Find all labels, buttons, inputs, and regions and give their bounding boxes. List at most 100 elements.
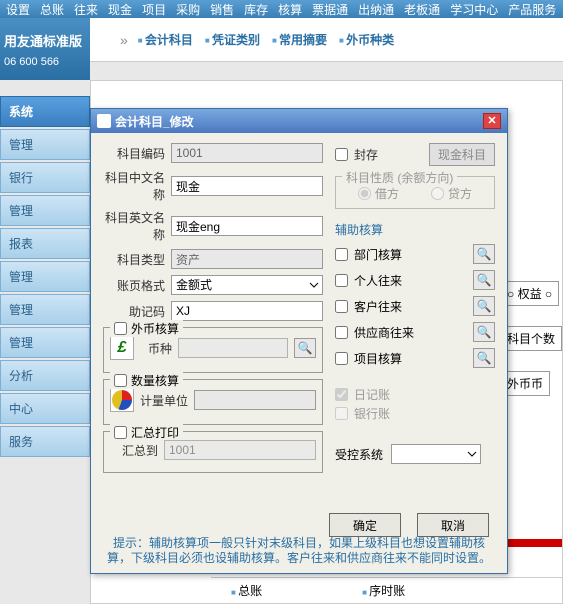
topmenu-item[interactable]: 现金 (104, 0, 136, 18)
mnemonic-input[interactable] (171, 301, 323, 321)
sidebar-item[interactable]: 报表 (0, 228, 90, 259)
brand-phone: 06 600 566 (4, 56, 86, 68)
tab-common-summary[interactable]: 常用摘要 (272, 31, 327, 48)
hint-text: 提示：辅助核算项一般只针对末级科目，如果上级科目也想设置辅助核算，下级科目必须也… (103, 536, 495, 567)
cash-subject-button: 现金科目 (429, 143, 495, 166)
aux-person-checkbox[interactable] (335, 274, 348, 287)
topmenu-item[interactable]: 项目 (138, 0, 170, 18)
qty-label: 数量核算 (131, 372, 179, 389)
topmenu-item[interactable]: 设置 (2, 0, 34, 18)
bottom-tabs: 总账 序时账 (211, 577, 562, 603)
topmenu-item[interactable]: 老板通 (400, 0, 444, 18)
sidebar-item[interactable]: 中心 (0, 393, 90, 424)
sumprint-label: 汇总打印 (131, 424, 179, 441)
label-pagefmt: 账页格式 (103, 277, 165, 294)
topmenu-item[interactable]: 销售 (206, 0, 238, 18)
sidebar-head[interactable]: 系统 (0, 96, 90, 127)
currency-select (178, 338, 288, 358)
ok-button[interactable]: 确定 (329, 513, 401, 537)
frag-equity: ○ 权益 ○ (500, 281, 559, 306)
dialog-title: 会计科目_修改 (115, 113, 194, 130)
sidebar-item[interactable]: 管理 (0, 327, 90, 358)
dialog-titlebar[interactable]: 会计科目_修改 ✕ (91, 109, 507, 133)
aux-dept-label: 部门核算 (354, 246, 402, 263)
aux-cust-checkbox[interactable] (335, 300, 348, 313)
sidebar-item[interactable]: 管理 (0, 195, 90, 226)
cancel-button[interactable]: 取消 (417, 513, 489, 537)
nature-legend: 科目性质 (余额方向) (342, 169, 457, 186)
aux-vendor-label: 供应商往来 (354, 324, 414, 341)
frag-count: 科目个数 (500, 326, 562, 351)
journal-label: 日记账 (354, 386, 390, 403)
tab-voucher-type[interactable]: 凭证类别 (205, 31, 260, 48)
bottom-tab-ledger[interactable]: 总账 (231, 582, 262, 599)
label-mnemonic: 助记码 (103, 303, 165, 320)
bank-label: 银行账 (354, 405, 390, 422)
type-input (171, 249, 323, 269)
qty-checkbox[interactable] (114, 374, 127, 387)
aux-cust-search-icon[interactable]: 🔍 (473, 296, 495, 316)
aux-project-search-icon[interactable]: 🔍 (473, 348, 495, 368)
aux-person-search-icon[interactable]: 🔍 (473, 270, 495, 290)
sumprint-checkbox[interactable] (114, 426, 127, 439)
sidebar: 系统 管理银行管理报表管理管理管理分析中心服务 (0, 96, 90, 604)
sidebar-item[interactable]: 银行 (0, 162, 90, 193)
tab-foreign-currency[interactable]: 外币种类 (339, 31, 394, 48)
label-en: 科目英文名称 (103, 209, 165, 243)
qty-group: 数量核算 计量单位 (103, 379, 323, 425)
topmenu-item[interactable]: 学习中心 (446, 0, 502, 18)
fx-group: 外币核算 £币种🔍 (103, 327, 323, 373)
topmenu-item[interactable]: 出纳通 (354, 0, 398, 18)
credit-radio: 贷方 (431, 185, 472, 202)
topmenu-item[interactable]: 采购 (172, 0, 204, 18)
aux-dept-checkbox[interactable] (335, 248, 348, 261)
sidebar-item[interactable]: 管理 (0, 294, 90, 325)
aux-project-checkbox[interactable] (335, 352, 348, 365)
en-name-input[interactable] (171, 216, 323, 236)
topmenu-item[interactable]: 往来 (70, 0, 102, 18)
sumprint-group: 汇总打印 汇总到1001 (103, 431, 323, 473)
bank-checkbox (335, 407, 348, 420)
status-red-bar (508, 539, 562, 547)
tab-arrows[interactable]: » (120, 32, 126, 48)
sidebar-item[interactable]: 管理 (0, 129, 90, 160)
sealed-checkbox[interactable] (335, 148, 348, 161)
tab-account-subject[interactable]: 会计科目 (138, 31, 193, 48)
brand-box: 用友通标准版 06 600 566 (0, 18, 90, 80)
debit-radio: 借方 (358, 185, 399, 202)
edit-subject-dialog: 会计科目_修改 ✕ 科目编码 科目中文名称 科目英文名称 科目类型 账页格式金额… (90, 108, 508, 574)
aux-vendor-search-icon[interactable]: 🔍 (473, 322, 495, 342)
topmenu-item[interactable]: 总账 (36, 0, 68, 18)
fx-label: 外币核算 (131, 320, 179, 337)
cn-name-input[interactable] (171, 176, 323, 196)
topmenu-item[interactable]: 库存 (240, 0, 272, 18)
sidebar-item[interactable]: 服务 (0, 426, 90, 457)
sealed-label: 封存 (354, 146, 378, 163)
label-code: 科目编码 (103, 145, 165, 162)
topmenu-item[interactable]: 核算 (274, 0, 306, 18)
fx-checkbox[interactable] (114, 322, 127, 335)
currency-search-icon[interactable]: 🔍 (294, 338, 316, 358)
label-cn: 科目中文名称 (103, 169, 165, 203)
sidebar-item[interactable]: 管理 (0, 261, 90, 292)
sidebar-item[interactable]: 分析 (0, 360, 90, 391)
aux-person-label: 个人往来 (354, 272, 402, 289)
dialog-icon (97, 114, 111, 128)
right-fragments: ○ 权益 ○ 科目个数 外币币 (500, 281, 562, 396)
currency-label: 币种 (140, 340, 172, 357)
topmenu-item[interactable]: 票据通 (308, 0, 352, 18)
topmenu-item[interactable]: 产品服务 (504, 0, 560, 18)
unit-input (194, 390, 316, 410)
pagefmt-select[interactable]: 金额式 (171, 275, 323, 295)
sumto-select: 1001 (164, 440, 316, 460)
pie-icon (110, 388, 134, 412)
journal-checkbox (335, 388, 348, 401)
bottom-tab-journal[interactable]: 序时账 (362, 582, 405, 599)
controlled-select[interactable] (391, 444, 481, 464)
sumto-label: 汇总到 (110, 442, 158, 459)
close-icon[interactable]: ✕ (483, 113, 501, 129)
aux-vendor-checkbox[interactable] (335, 326, 348, 339)
aux-project-label: 项目核算 (354, 350, 402, 367)
aux-dept-search-icon[interactable]: 🔍 (473, 244, 495, 264)
controlled-label: 受控系统 (335, 446, 383, 463)
